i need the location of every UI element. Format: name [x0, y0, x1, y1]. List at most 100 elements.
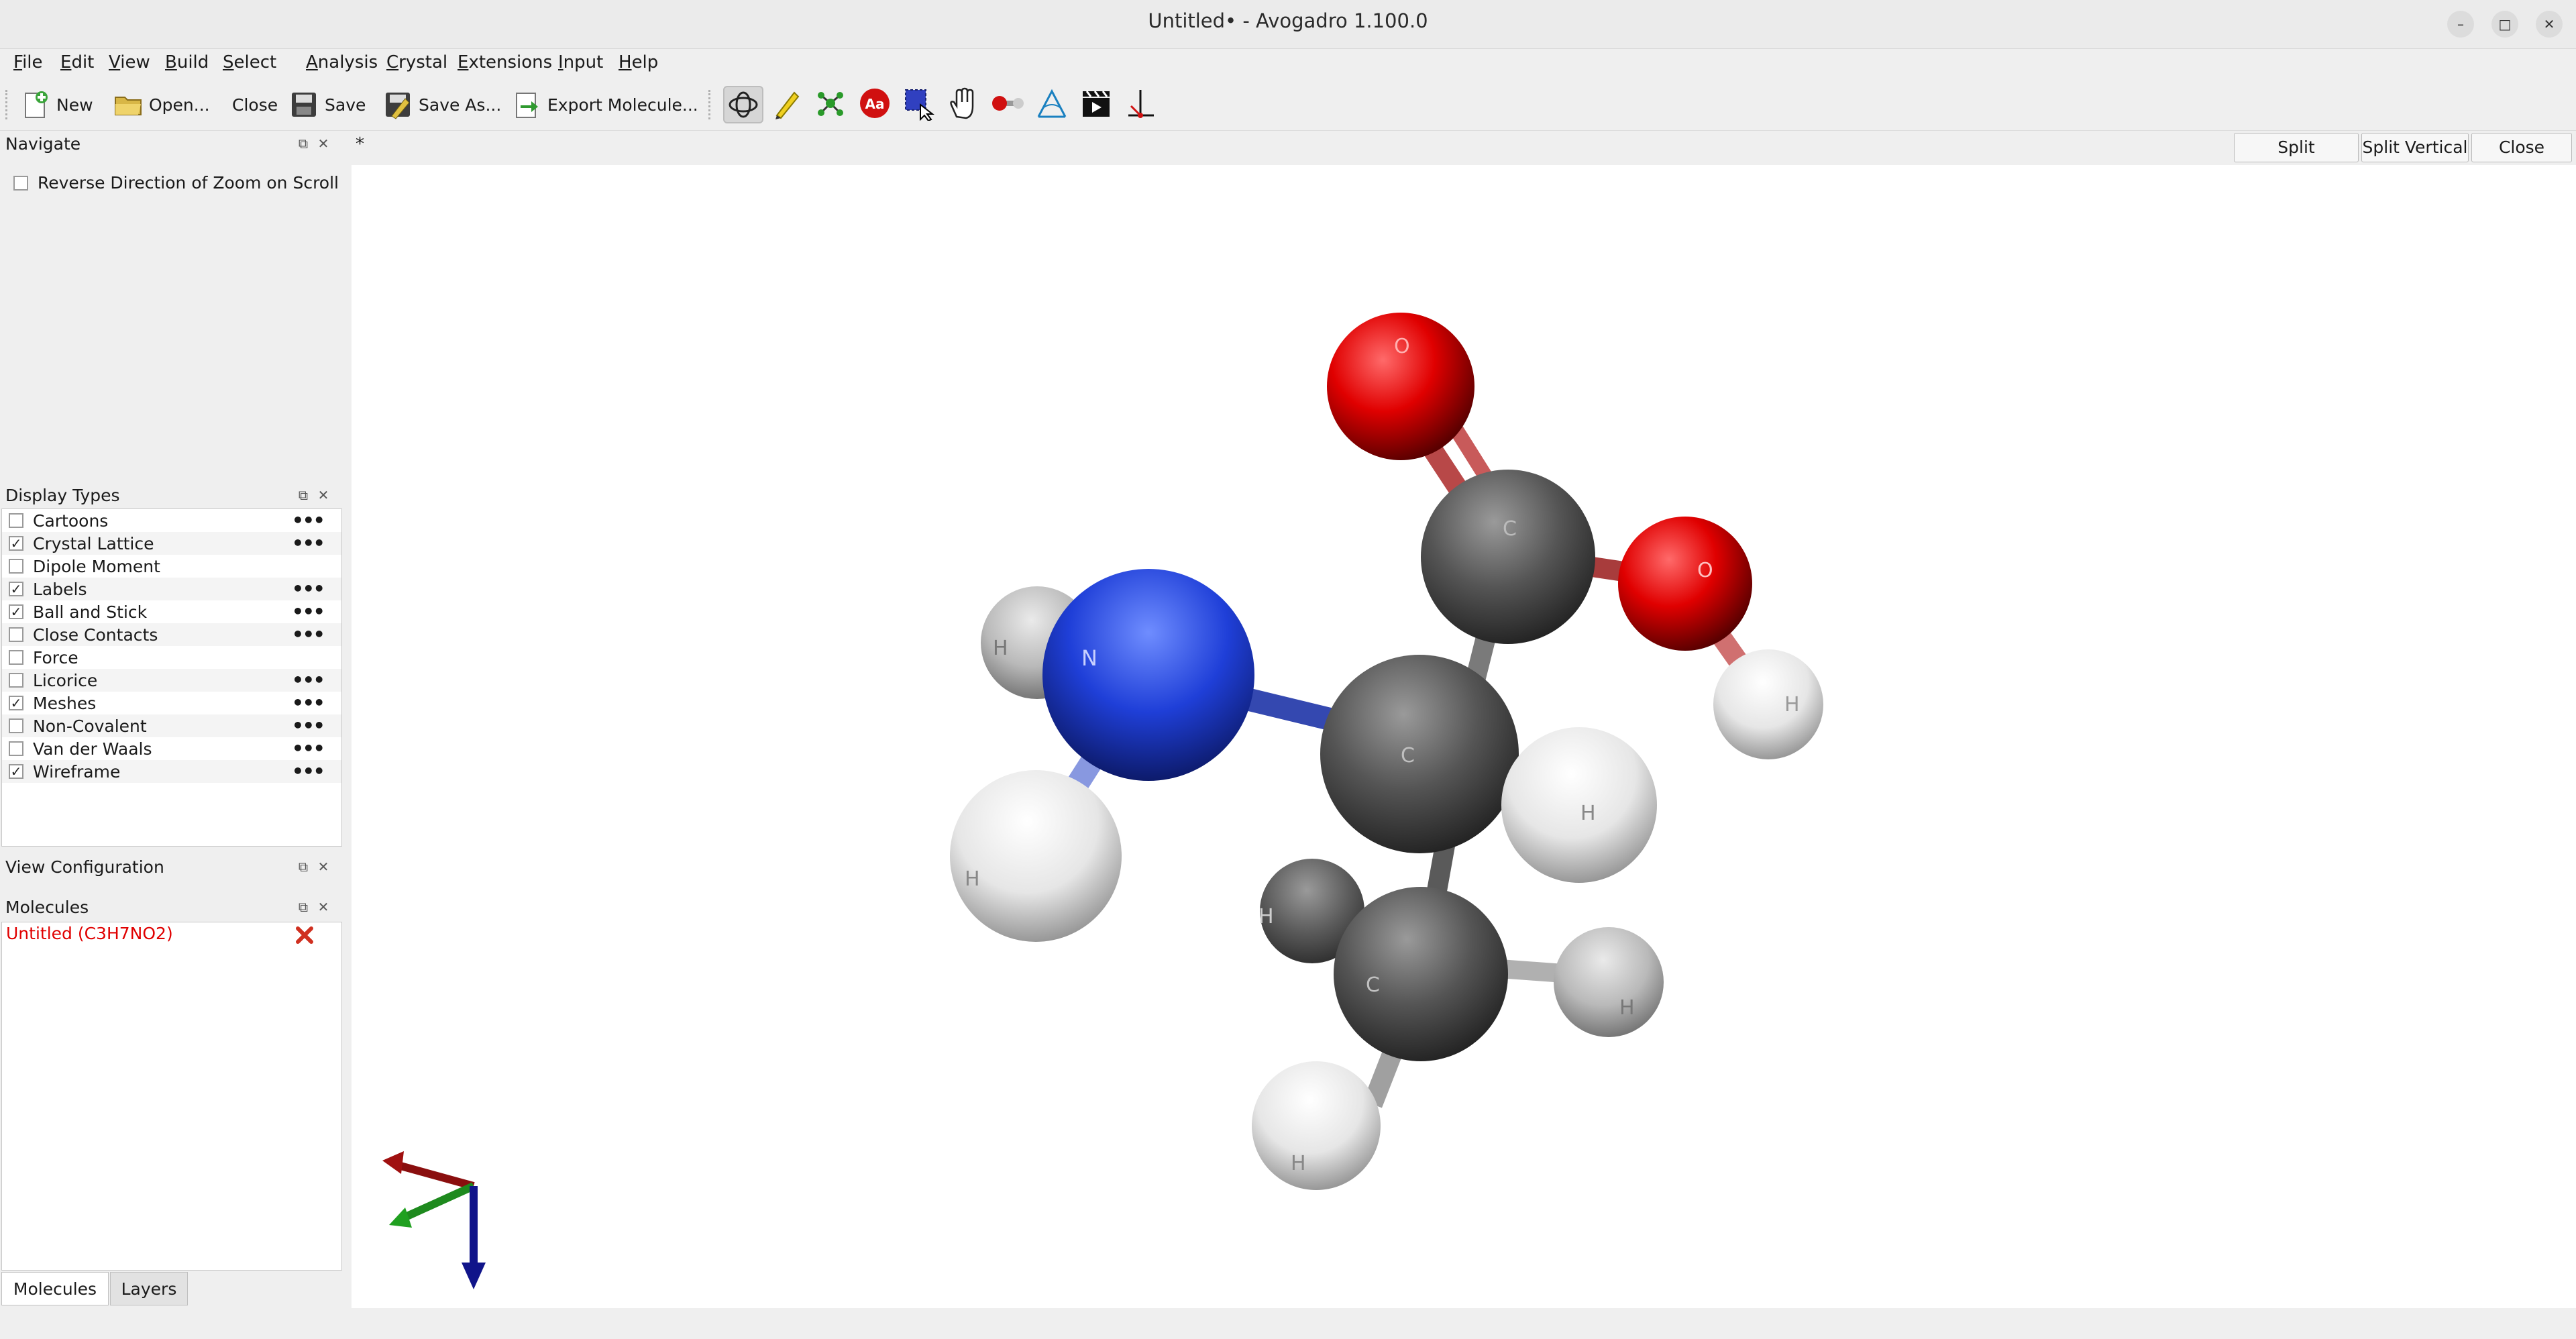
display-type-label: Van der Waals: [33, 739, 152, 759]
align-tool-button[interactable]: [1122, 86, 1162, 123]
remove-molecule-icon[interactable]: [294, 925, 315, 945]
display-type-row[interactable]: ✓ Labels •••: [2, 578, 341, 600]
axes-indicator: [382, 1151, 486, 1289]
display-type-checkbox[interactable]: [9, 673, 23, 688]
menu-view[interactable]: View: [109, 52, 150, 72]
menu-crystal[interactable]: Crystal: [386, 52, 447, 72]
atom-hydrogen[interactable]: [1554, 927, 1664, 1037]
toolbar-grip[interactable]: [5, 90, 11, 119]
split-vertical-button[interactable]: Split Vertical: [2361, 133, 2469, 162]
display-type-row[interactable]: Force: [2, 646, 341, 669]
manipulate-tool-button[interactable]: [945, 86, 985, 123]
display-type-row[interactable]: Close Contacts •••: [2, 623, 341, 646]
menu-build[interactable]: Build: [165, 52, 209, 72]
display-type-checkbox[interactable]: [9, 718, 23, 733]
more-options-icon[interactable]: •••: [292, 509, 325, 531]
display-type-checkbox[interactable]: [9, 513, 23, 528]
float-icon[interactable]: ⧉: [295, 899, 311, 915]
display-type-checkbox[interactable]: ✓: [9, 536, 23, 551]
display-type-checkbox[interactable]: ✓: [9, 582, 23, 596]
display-type-row[interactable]: ✓ Meshes •••: [2, 692, 341, 714]
more-options-icon[interactable]: •••: [292, 714, 325, 737]
animation-tool-button[interactable]: [1077, 86, 1118, 123]
atom-nitrogen[interactable]: [1042, 569, 1254, 781]
tab-molecules[interactable]: Molecules: [1, 1272, 109, 1305]
display-type-checkbox[interactable]: ✓: [9, 696, 23, 710]
display-type-row[interactable]: Van der Waals •••: [2, 737, 341, 760]
menu-analysis[interactable]: Analysis: [306, 52, 378, 72]
display-type-label: Close Contacts: [33, 625, 158, 645]
more-options-icon[interactable]: •••: [292, 760, 325, 782]
open-label: Open...: [149, 95, 210, 115]
save-as-button[interactable]: Save As...: [382, 87, 501, 122]
atom-hydrogen[interactable]: [1252, 1061, 1381, 1190]
close-icon[interactable]: ✕: [315, 136, 331, 152]
display-type-row[interactable]: Cartoons •••: [2, 509, 341, 532]
view-tab-star[interactable]: *: [356, 134, 364, 154]
atom-hydrogen[interactable]: [1501, 727, 1657, 883]
bond-centric-tool-button[interactable]: [989, 86, 1029, 123]
display-type-row[interactable]: ✓ Wireframe •••: [2, 760, 341, 783]
molecule-viewport[interactable]: H H O C O H N H C H C H H: [352, 165, 2576, 1308]
close-window-button[interactable]: ✕: [2536, 11, 2563, 38]
atom-carbon[interactable]: [1421, 470, 1595, 644]
navigate-tool-button[interactable]: [723, 86, 763, 123]
close-view-button[interactable]: Close: [2471, 133, 2572, 162]
measure-tool-button[interactable]: [1033, 86, 1073, 123]
float-icon[interactable]: ⧉: [295, 136, 311, 152]
display-type-checkbox[interactable]: [9, 650, 23, 665]
menu-help[interactable]: Help: [619, 52, 658, 72]
display-type-checkbox[interactable]: [9, 741, 23, 756]
float-icon[interactable]: ⧉: [295, 487, 311, 503]
menu-file[interactable]: File: [13, 52, 43, 72]
molecule-scene[interactable]: H H O C O H N H C H C H H: [352, 165, 2576, 1308]
save-button[interactable]: Save: [288, 87, 366, 122]
close-icon[interactable]: ✕: [315, 859, 331, 875]
open-button[interactable]: Open...: [113, 87, 210, 122]
new-button[interactable]: New: [20, 87, 93, 122]
atom-carbon[interactable]: [1334, 887, 1508, 1061]
display-type-row[interactable]: Non-Covalent •••: [2, 714, 341, 737]
display-type-checkbox[interactable]: [9, 559, 23, 574]
display-type-checkbox[interactable]: [9, 627, 23, 642]
atom-hydrogen[interactable]: [950, 770, 1122, 942]
molecules-dock-buttons: ⧉ ✕: [295, 899, 333, 919]
menu-select[interactable]: Select: [223, 52, 276, 72]
more-options-icon[interactable]: •••: [292, 669, 325, 691]
atom-hydrogen[interactable]: [1713, 649, 1823, 759]
draw-tool-button[interactable]: [767, 86, 808, 123]
display-type-row[interactable]: ✓ Ball and Stick •••: [2, 600, 341, 623]
more-options-icon[interactable]: •••: [292, 578, 325, 600]
display-type-row[interactable]: Dipole Moment: [2, 555, 341, 578]
split-horizontal-button[interactable]: Split Horizontal: [2234, 133, 2359, 185]
maximize-button[interactable]: □: [2491, 11, 2518, 38]
minimize-button[interactable]: –: [2447, 11, 2474, 38]
close-icon[interactable]: ✕: [315, 487, 331, 503]
reverse-zoom-checkbox[interactable]: [13, 176, 28, 191]
display-type-row[interactable]: ✓ Crystal Lattice •••: [2, 532, 341, 555]
atom-oxygen[interactable]: [1618, 517, 1752, 651]
more-options-icon[interactable]: •••: [292, 532, 325, 554]
close-file-button[interactable]: Close: [232, 87, 278, 122]
export-molecule-button[interactable]: Export Molecule...: [511, 87, 698, 122]
more-options-icon[interactable]: •••: [292, 600, 325, 623]
float-icon[interactable]: ⧉: [295, 859, 311, 875]
display-type-checkbox[interactable]: ✓: [9, 604, 23, 619]
tab-layers[interactable]: Layers: [110, 1272, 188, 1305]
label-tool-button[interactable]: Aa: [856, 86, 896, 123]
close-icon[interactable]: ✕: [315, 899, 331, 915]
export-icon: [516, 93, 538, 118]
display-type-row[interactable]: Licorice •••: [2, 669, 341, 692]
molecule-item[interactable]: Untitled (C3H7NO2): [6, 924, 173, 943]
select-tool-button[interactable]: [900, 86, 941, 123]
atom-label: O: [1394, 335, 1410, 358]
atom-carbon[interactable]: [1320, 655, 1519, 853]
more-options-icon[interactable]: •••: [292, 737, 325, 759]
display-type-checkbox[interactable]: ✓: [9, 764, 23, 779]
more-options-icon[interactable]: •••: [292, 692, 325, 714]
template-tool-button[interactable]: [812, 86, 852, 123]
menu-edit[interactable]: Edit: [60, 52, 94, 72]
more-options-icon[interactable]: •••: [292, 623, 325, 645]
menu-input[interactable]: Input: [558, 52, 603, 72]
menu-extensions[interactable]: Extensions: [458, 52, 552, 72]
